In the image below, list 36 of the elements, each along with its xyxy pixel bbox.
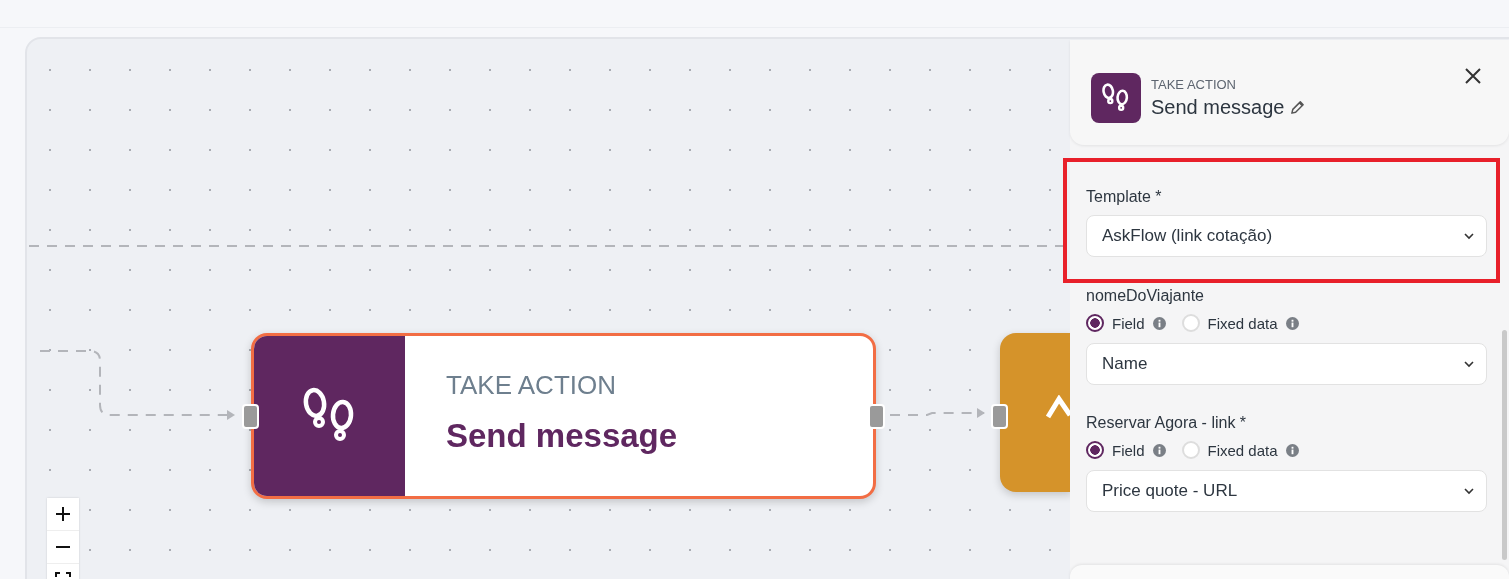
plus-icon (55, 506, 71, 522)
field-label: Reservar Agora - link * (1086, 414, 1248, 432)
panel-title: Send message (1151, 95, 1285, 119)
dropdown-field[interactable]: AskFlow (link cotação) (1086, 215, 1487, 257)
info-icon[interactable] (1285, 316, 1299, 330)
field-label: nomeDoViajante (1086, 287, 1205, 305)
field-label: Template * (1086, 188, 1163, 206)
radio-label: Field (1112, 314, 1145, 332)
info-icon[interactable] (1152, 316, 1166, 330)
panel-category: TAKE ACTION (1151, 76, 1237, 92)
info-icon[interactable] (1285, 443, 1299, 457)
scrollbar[interactable] (1502, 330, 1507, 560)
info-icon[interactable] (1152, 443, 1166, 457)
chevron-down-icon (1464, 487, 1474, 495)
minus-icon (55, 546, 71, 548)
radio-label: Fixed data (1207, 441, 1278, 459)
radio-button[interactable] (1086, 441, 1104, 459)
pencil-icon[interactable] (1290, 99, 1306, 115)
node-category: TAKE ACTION (446, 370, 617, 401)
footprints-icon (1091, 72, 1141, 123)
node-title: Send message (446, 417, 678, 455)
zoom-out-button[interactable] (47, 531, 79, 564)
dropdown-field[interactable]: Price quote - URL (1086, 470, 1487, 512)
connection-handle[interactable] (242, 404, 259, 429)
connection-handle[interactable] (991, 404, 1008, 429)
chevron-down-icon (1464, 360, 1474, 368)
chevron-down-icon (1464, 232, 1474, 240)
dropdown-field[interactable]: Name (1086, 343, 1487, 385)
close-icon[interactable] (1464, 67, 1482, 85)
radio-label: Field (1112, 441, 1145, 459)
radio-button[interactable] (1086, 314, 1104, 332)
condition-node[interactable] (1000, 333, 1072, 492)
zoom-in-button[interactable] (47, 498, 79, 531)
connection-handle[interactable] (868, 404, 885, 429)
radio-label: Fixed data (1207, 314, 1278, 332)
action-node[interactable]: TAKE ACTION Send message (251, 333, 876, 499)
